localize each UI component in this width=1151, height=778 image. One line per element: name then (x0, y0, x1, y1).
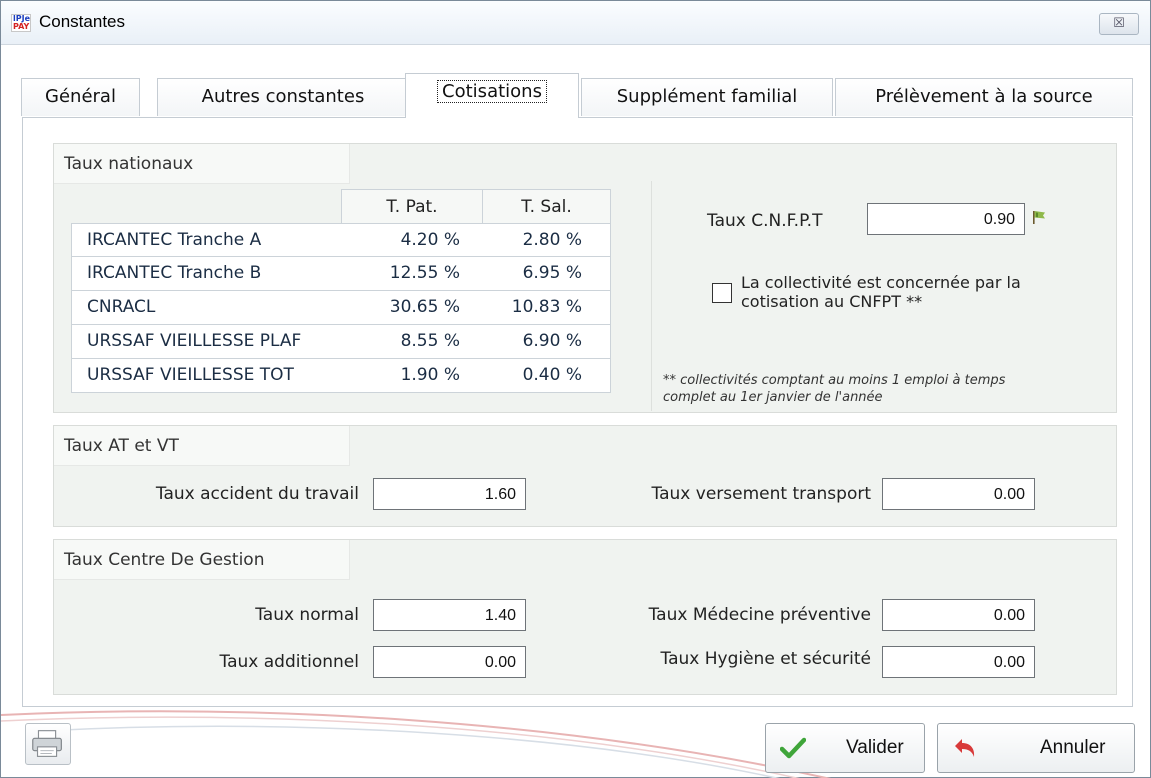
versement-transport-label: Taux versement transport (651, 484, 871, 504)
print-button[interactable] (25, 723, 71, 765)
rates-row: CNRACL 30.65 % 10.83 % (71, 291, 611, 325)
tab-autres-constantes-label: Autres constantes (201, 86, 365, 107)
rates-row-sal: 0.40 % (522, 365, 582, 385)
tab-supplement-familial[interactable]: Supplément familial (581, 78, 833, 116)
close-icon: ☒ (1113, 16, 1125, 31)
tab-supplement-familial-label: Supplément familial (616, 86, 798, 107)
group-taux-cdg-label: Taux Centre De Gestion (54, 540, 350, 580)
cnfpt-checkbox[interactable] (712, 283, 732, 303)
tab-general[interactable]: Général (21, 78, 140, 116)
hygiene-securite-label: Taux Hygiène et sécurité (660, 649, 871, 669)
tab-autres-constantes[interactable]: Autres constantes (157, 78, 409, 116)
rates-row: IRCANTEC Tranche B 12.55 % 6.95 % (71, 257, 611, 291)
cnfpt-checkbox-label-line2: cotisation au CNFPT ** (741, 292, 923, 311)
versement-transport-input[interactable]: 0.00 (882, 478, 1035, 510)
cancel-button-label: Annuler (1040, 737, 1106, 758)
tab-prelevement-source-label: Prélèvement à la source (875, 86, 1093, 107)
rates-row-pat: 12.55 % (389, 263, 460, 283)
cnfpt-note: ** collectivités comptant au moins 1 emp… (663, 372, 1103, 406)
app-logo-icon: lPJe PAY (11, 14, 31, 32)
rates-row-sal: 10.83 % (511, 297, 582, 317)
rates-row-pat: 8.55 % (400, 331, 460, 351)
window-title: Constantes (39, 12, 125, 31)
accident-travail-label: Taux accident du travail (155, 484, 359, 504)
rates-row-pat: 1.90 % (400, 365, 460, 385)
rates-row-name: CNRACL (87, 297, 156, 317)
cnfpt-input[interactable]: 0.90 (867, 203, 1025, 235)
cnfpt-label: Taux C.N.F.P.T (707, 211, 823, 231)
taux-additionnel-input[interactable]: 0.00 (373, 646, 526, 678)
rates-row-name: URSSAF VIEILLESSE TOT (87, 365, 294, 385)
group-taux-nationaux-label: Taux nationaux (54, 144, 350, 184)
undo-arrow-icon (955, 739, 975, 757)
group-taux-at-vt: Taux AT et VT (53, 425, 1117, 527)
cancel-button[interactable]: Annuler (937, 723, 1135, 773)
hygiene-securite-input[interactable]: 0.00 (882, 646, 1035, 678)
accident-travail-input[interactable]: 1.60 (373, 478, 526, 510)
taux-additionnel-label: Taux additionnel (219, 652, 359, 672)
cnfpt-note-line1: ** collectivités comptant au moins 1 emp… (663, 373, 1006, 388)
close-button[interactable]: ☒ (1099, 13, 1139, 35)
rates-header-sal: T. Sal. (482, 189, 611, 224)
vertical-divider (651, 181, 652, 411)
tab-general-label: Général (45, 86, 116, 107)
rates-row-pat: 30.65 % (389, 297, 460, 317)
cnfpt-note-line2: complet au 1er janvier de l'année (663, 390, 883, 405)
rates-row: URSSAF VIEILLESSE TOT 1.90 % 0.40 % (71, 359, 611, 393)
rates-row: URSSAF VIEILLESSE PLAF 8.55 % 6.90 % (71, 325, 611, 359)
flag-icon[interactable] (1031, 209, 1047, 225)
constantes-window: lPJe PAY Constantes ☒ Général Autres con… (0, 0, 1151, 778)
validate-button[interactable]: Valider (765, 723, 925, 773)
rates-row-pat: 4.20 % (400, 230, 460, 250)
medecine-preventive-input[interactable]: 0.00 (882, 599, 1035, 631)
tab-cotisations[interactable]: Cotisations (405, 73, 579, 118)
taux-normal-label: Taux normal (255, 605, 359, 625)
title-bar: lPJe PAY Constantes ☒ (1, 1, 1150, 45)
tab-prelevement-source[interactable]: Prélèvement à la source (835, 78, 1133, 116)
taux-normal-input[interactable]: 1.40 (373, 599, 526, 631)
rates-row-sal: 6.95 % (522, 263, 582, 283)
group-taux-at-vt-label: Taux AT et VT (54, 426, 350, 466)
rates-row-name: URSSAF VIEILLESSE PLAF (87, 331, 302, 351)
tab-bar: Général Autres constantes Cotisations Su… (21, 73, 1133, 118)
printer-icon (32, 730, 62, 757)
validate-button-label: Valider (846, 737, 904, 758)
rates-row-name: IRCANTEC Tranche A (87, 230, 262, 250)
medecine-preventive-label: Taux Médecine préventive (648, 605, 871, 625)
rates-row-sal: 6.90 % (522, 331, 582, 351)
rates-row-sal: 2.80 % (522, 230, 582, 250)
checkmark-icon (780, 737, 806, 759)
tab-cotisations-label: Cotisations (437, 80, 547, 103)
rates-row-name: IRCANTEC Tranche B (87, 263, 262, 283)
rates-row: IRCANTEC Tranche A 4.20 % 2.80 % (71, 223, 611, 257)
rates-header-pat: T. Pat. (341, 189, 483, 224)
cnfpt-checkbox-label-line1: La collectivité est concernée par la (741, 273, 1021, 292)
app-logo-text-bottom: PAY (13, 22, 30, 31)
